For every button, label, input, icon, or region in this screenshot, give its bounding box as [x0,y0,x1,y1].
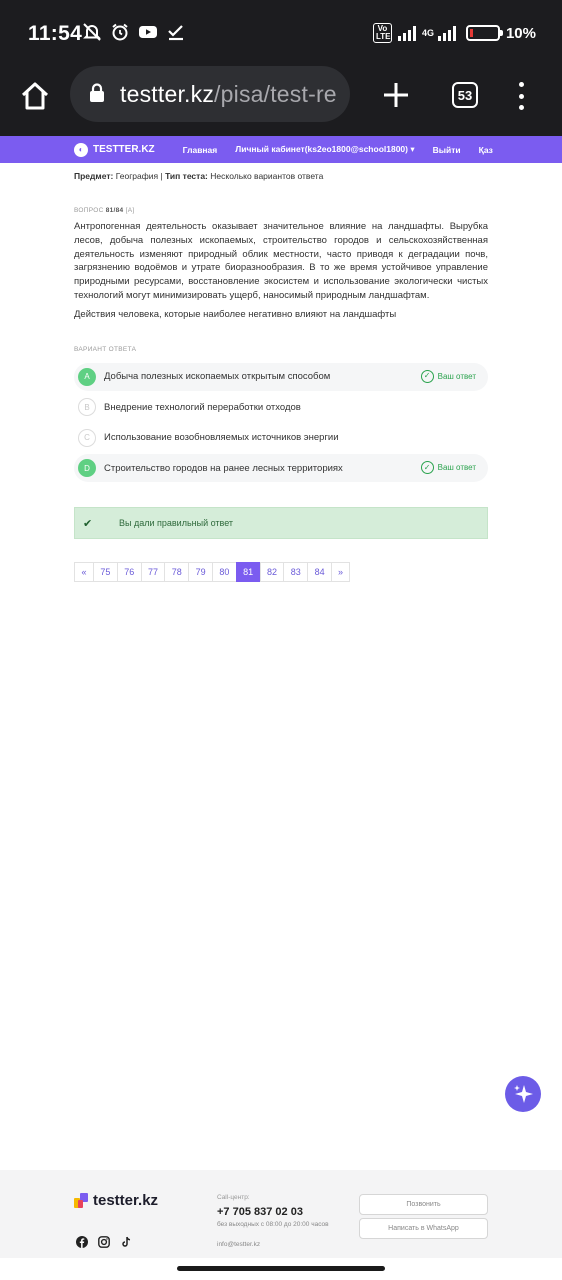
nav-link-logout[interactable]: Выйти [433,145,461,155]
check-circle-icon: ✓ [420,461,434,475]
pagination-page[interactable]: 76 [116,562,142,583]
volte-badge: Vo LTE [372,23,392,43]
subject-value: География [115,171,159,181]
pagination-page[interactable]: 79 [188,562,213,583]
logo-icon: ◐ [74,142,88,157]
subject-label: Предмет: [74,171,114,181]
nav-link-cabinet[interactable]: Личный кабинет(ks2eo1800@school1800) ▾ [235,144,414,155]
result-alert: ✔ Вы дали правильный ответ [74,507,488,540]
battery-percent: 10% [505,24,536,42]
option-text: Строительство городов на ранее лесных те… [104,462,343,474]
site-footer: testter.kz Call-центр: +7 705 837 02 03 … [0,1170,562,1258]
answers-label: ВАРИАНТ ОТВЕТА [74,345,137,353]
signal-icon-2 [437,25,456,41]
pagination: « 75 76 77 78 79 80 81 82 83 84 » [74,562,488,583]
youtube-icon [138,22,158,42]
status-time: 11:54 [28,22,83,45]
status-right: Vo LTE 4G 10% [372,23,536,43]
check-icon [166,22,186,42]
nav-link-home[interactable]: Главная [183,145,218,155]
footer-contacts: Call-центр: +7 705 837 02 03 без выходны… [217,1194,329,1248]
pagination-page[interactable]: 78 [164,562,190,583]
new-tab-icon[interactable] [382,81,410,109]
facebook-icon[interactable] [76,1236,88,1248]
footer-logo[interactable]: testter.kz [74,1192,158,1209]
question-text: Антропогенная деятельность оказывает зна… [74,221,488,301]
sparkle-assistant-button[interactable] [505,1076,541,1112]
pagination-page-current[interactable]: 81 [235,562,261,583]
answer-option-b[interactable]: B Внедрение технологий переработки отход… [74,393,488,421]
checkmark-icon: ✔ [83,517,93,530]
phone-number[interactable]: +7 705 837 02 03 [217,1206,329,1218]
system-nav-bar [0,1258,562,1280]
url-path: /pisa/test-re [214,81,337,107]
signal-icon [397,25,416,41]
option-letter: D [78,459,96,478]
option-text: Внедрение технологий переработки отходов [104,401,301,413]
pagination-page[interactable]: 77 [140,562,166,583]
call-center-label: Call-центр: [217,1194,250,1201]
social-links [76,1236,132,1248]
question-prompt: Действия человека, которые наиболее нега… [74,308,397,320]
your-answer-label: Ваш ответ [437,371,476,381]
option-letter: A [78,367,96,386]
answer-option-a[interactable]: A Добыча полезных ископаемых открытым сп… [74,362,488,391]
question-weight: [A] [125,207,135,214]
call-button[interactable]: Позвонить [359,1194,488,1215]
alarm-icon [110,22,130,42]
question-number: ВОПРОС 81/84 [A] [74,207,488,214]
test-type-value: Несколько вариантов ответа [210,171,324,181]
whatsapp-button[interactable]: Написать в WhatsApp [359,1218,488,1239]
result-message: Вы дали правильный ответ [119,518,234,529]
url-host: testter.kz [120,81,215,107]
pagination-page[interactable]: 84 [307,562,332,583]
your-answer-badge: ✓ Ваш ответ [420,461,476,475]
url-text[interactable]: testter.kz/pisa/test-re [120,81,337,108]
site-logo[interactable]: ◐ TESTTER.KZ [74,142,155,157]
answer-option-d[interactable]: D Строительство городов на ранее лесных … [74,454,488,483]
answer-option-c[interactable]: C Использование возобновляемых источнико… [74,424,488,452]
site-logo-text: TESTTER.KZ [93,144,155,155]
test-type-label: Тип теста: [165,171,208,181]
instagram-icon[interactable] [98,1236,110,1248]
pagination-page[interactable]: 82 [259,562,285,583]
test-content: Предмет: География | Тип теста: Нескольк… [0,163,562,583]
pagination-next[interactable]: » [330,562,350,583]
pagination-page[interactable]: 80 [211,562,237,583]
option-text: Добыча полезных ископаемых открытым спос… [104,371,331,383]
question-counter: 81/84 [105,207,124,214]
question-label: ВОПРОС [74,207,104,214]
footer-email[interactable]: info@testter.kz [217,1241,329,1248]
nav-link-language[interactable]: Қаз [479,145,493,155]
browser-toolbar: testter.kz/pisa/test-re 53 [0,66,562,136]
url-bar[interactable]: testter.kz/pisa/test-re [70,66,350,122]
your-answer-badge: ✓ Ваш ответ [420,369,476,383]
check-circle-icon: ✓ [420,369,434,383]
meta-separator: | [160,171,163,181]
option-text: Использование возобновляемых источников … [104,432,339,444]
status-bar: 11:54 Vo LTE 4G 10% [0,0,562,66]
working-hours: без выходных с 08:00 до 20:00 часов [217,1221,329,1228]
option-letter: C [78,428,96,447]
pagination-page[interactable]: 75 [93,562,118,583]
pagination-page[interactable]: 83 [283,562,309,583]
option-letter: B [78,398,96,417]
status-left-icons [82,22,186,42]
test-meta: Предмет: География | Тип теста: Нескольк… [74,171,488,181]
network-type: 4G [421,28,434,38]
pagination-prev[interactable]: « [74,562,94,583]
lock-icon[interactable] [88,83,106,103]
more-menu-icon[interactable] [516,82,526,110]
your-answer-label: Ваш ответ [437,463,476,473]
tiktok-icon[interactable] [120,1236,132,1248]
footer-logo-text: testter.kz [93,1192,159,1209]
logo-mark-icon [74,1193,88,1208]
mute-icon [82,22,102,42]
web-page: ◐ TESTTER.KZ Главная Личный кабинет(ks2e… [0,136,562,1258]
battery-icon [465,25,503,41]
site-nav: ◐ TESTTER.KZ Главная Личный кабинет(ks2e… [0,136,562,163]
gesture-handle[interactable] [177,1266,385,1271]
home-icon[interactable] [18,79,52,113]
tab-switcher-button[interactable]: 53 [452,82,478,108]
